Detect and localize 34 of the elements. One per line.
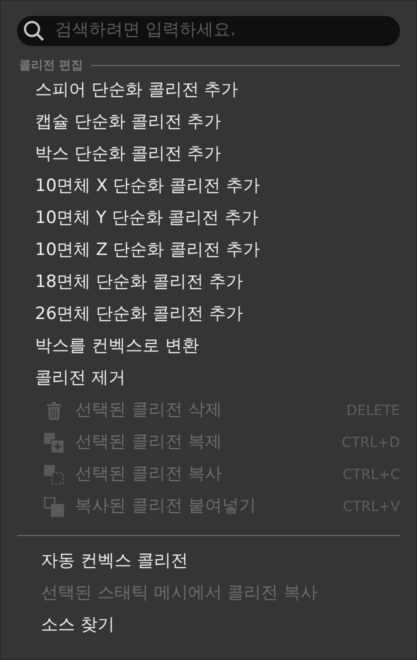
menu-item[interactable]: 콜리전 제거 xyxy=(17,363,400,395)
menu-item-label: 선택된 콜리전 삭제 xyxy=(75,399,222,422)
menu-item[interactable]: 캡슐 단순화 콜리전 추가 xyxy=(17,107,400,139)
section-title: 콜리전 편집 xyxy=(19,57,84,74)
menu-item-label: 18면체 단순화 콜리전 추가 xyxy=(35,271,243,294)
menu-item-label: 스피어 단순화 콜리전 추가 xyxy=(35,79,238,102)
menu-item-label: 캡슐 단순화 콜리전 추가 xyxy=(35,111,222,134)
menu-item-label: 10면체 X 단순화 콜리전 추가 xyxy=(35,175,260,198)
menu-item[interactable]: 박스를 컨벡스로 변환 xyxy=(17,331,400,363)
menu-item-label: 박스 단순화 콜리전 추가 xyxy=(35,143,222,166)
menu-item-label: 선택된 콜리전 복사 xyxy=(75,463,222,486)
search-icon xyxy=(23,20,45,42)
trash-icon xyxy=(45,402,63,420)
menu-item-label: 26면체 단순화 콜리전 추가 xyxy=(35,303,243,326)
menu-item[interactable]: 18면체 단순화 콜리전 추가 xyxy=(17,267,400,299)
menu-item-label: 10면체 Z 단순화 콜리전 추가 xyxy=(35,239,260,262)
duplicate-icon xyxy=(44,433,64,453)
menu-item[interactable]: 스피어 단순화 콜리전 추가 xyxy=(17,75,400,107)
menu-item[interactable]: 10면체 Z 단순화 콜리전 추가 xyxy=(17,235,400,267)
menu-item-label: 박스를 컨벡스로 변환 xyxy=(35,335,199,358)
menu-item[interactable]: 10면체 X 단순화 콜리전 추가 xyxy=(17,171,400,203)
menu-item-label: 선택된 콜리전 복제 xyxy=(75,431,222,454)
menu-item[interactable]: 소스 찾기 xyxy=(17,610,400,642)
menu-item[interactable]: 자동 컨벡스 콜리전 xyxy=(17,546,400,578)
search-field[interactable]: 검색하려면 입력하세요. xyxy=(17,16,400,46)
menu-item[interactable]: 박스 단순화 콜리전 추가 xyxy=(17,139,400,171)
menu-item[interactable]: 10면체 Y 단순화 콜리전 추가 xyxy=(17,203,400,235)
menu-item-label: 복사된 콜리전 붙여넣기 xyxy=(75,495,256,518)
copy-icon xyxy=(44,465,64,485)
menu-item-label: 10면체 Y 단순화 콜리전 추가 xyxy=(35,207,259,230)
paste-icon xyxy=(44,497,64,517)
menu-item-label: 콜리전 제거 xyxy=(35,367,126,390)
menu-item[interactable]: 26면체 단순화 콜리전 추가 xyxy=(17,299,400,331)
search-field[interactable]: 검색하려면 입력하세요. xyxy=(55,18,394,44)
